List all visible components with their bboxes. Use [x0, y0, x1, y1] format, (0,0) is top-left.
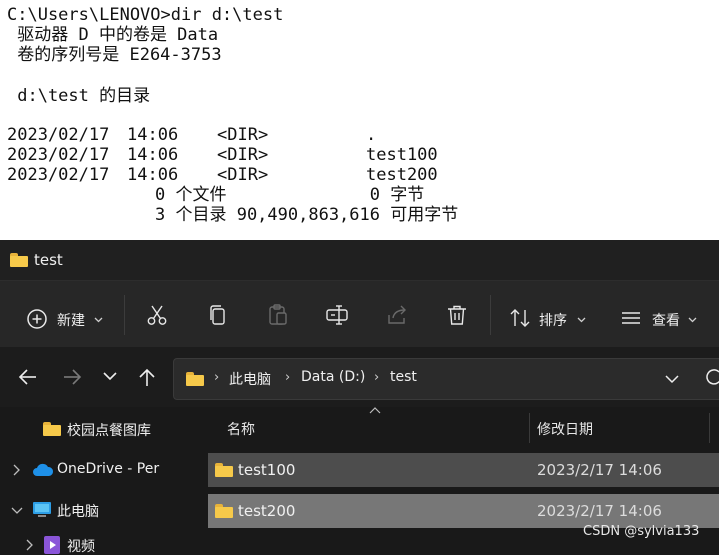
column-divider[interactable]	[709, 413, 710, 443]
explorer-content: 校园点餐图库 OneDrive - Per 此电脑 视频 名称 修改日期 tes…	[0, 407, 719, 555]
back-arrow-icon[interactable]	[18, 368, 38, 386]
folder-icon	[43, 422, 61, 436]
sidebar-item-onedrive[interactable]: OneDrive - Per	[0, 455, 188, 485]
sidebar-item-label: 视频	[67, 539, 95, 555]
new-button[interactable]: 新建	[18, 303, 110, 337]
console-directory-of-line: d:\test 的目录	[7, 86, 151, 106]
view-list-icon	[622, 312, 640, 324]
folder-icon	[186, 372, 204, 386]
rename-icon[interactable]	[325, 303, 349, 327]
sidebar-item-videos[interactable]: 视频	[0, 530, 188, 555]
plus-circle-icon	[27, 309, 47, 329]
file-name: test100	[238, 461, 296, 479]
sort-ascending-indicator-icon	[369, 407, 381, 414]
console-serial-line: 卷的序列号是 E264-3753	[7, 45, 222, 65]
console-files-summary: 0 个文件 0 字节	[155, 185, 425, 205]
folder-icon	[10, 253, 28, 267]
up-arrow-icon[interactable]	[138, 367, 156, 387]
window-title: test	[34, 251, 63, 269]
sidebar-item-label: 校园点餐图库	[67, 423, 151, 439]
file-name: test200	[238, 502, 296, 520]
console-entry-name: test100	[366, 145, 438, 165]
console-command-line: C:\Users\LENOVO>dir d:\test	[7, 5, 284, 25]
expand-chevron-icon[interactable]	[25, 539, 33, 551]
console-volume-line: 驱动器 D 中的卷是 Data	[7, 25, 219, 45]
sidebar-item-this-pc[interactable]: 此电脑	[0, 495, 188, 525]
sort-arrows-icon	[510, 309, 530, 327]
breadcrumb-test[interactable]: test	[390, 369, 417, 385]
console-entry-type: <DIR>	[217, 165, 269, 185]
sidebar-item-label: OneDrive - Per	[57, 461, 160, 477]
console-entry-time: 14:06	[127, 165, 179, 185]
title-bar[interactable]: test	[0, 240, 719, 280]
expand-chevron-icon[interactable]	[12, 464, 20, 476]
watermark: CSDN @sylvia133	[583, 524, 700, 539]
view-button-label: 查看	[652, 313, 680, 329]
console-entry-date: 2023/02/17	[7, 165, 110, 185]
column-header-name[interactable]: 名称	[214, 415, 524, 443]
folder-icon	[215, 463, 233, 477]
chevron-down-icon	[577, 317, 586, 323]
file-modified-date: 2023/2/17 14:06	[537, 461, 662, 479]
console-entry-type: <DIR>	[217, 125, 269, 145]
breadcrumb-separator-icon: ›	[285, 370, 291, 385]
computer-icon	[33, 502, 51, 517]
paste-icon[interactable]	[266, 303, 290, 327]
chevron-down-icon	[94, 317, 103, 323]
sort-button-label: 排序	[539, 313, 567, 329]
recent-locations-chevron-icon[interactable]	[103, 372, 117, 381]
console-dirs-summary: 3 个目录 90,490,863,616 可用字节	[155, 205, 459, 225]
console-entry-name: test200	[366, 165, 438, 185]
file-explorer-window: test 新建 排序 查看 › 此电脑 › Data (D:) › test 校…	[0, 240, 719, 555]
file-row-test200[interactable]: test200 2023/2/17 14:06	[208, 494, 719, 528]
cut-icon[interactable]	[145, 303, 169, 327]
column-header-name-label: 名称	[227, 422, 255, 438]
breadcrumb-separator-icon: ›	[374, 370, 380, 385]
sidebar-item-campus-gallery[interactable]: 校园点餐图库	[0, 414, 188, 444]
onedrive-cloud-icon	[33, 463, 54, 476]
breadcrumb-data-drive[interactable]: Data (D:)	[301, 369, 365, 385]
breadcrumb-this-pc[interactable]: 此电脑	[229, 369, 271, 389]
console-entry-name: .	[366, 125, 377, 145]
address-history-chevron-icon[interactable]	[665, 375, 679, 384]
column-header-modified[interactable]: 修改日期	[530, 415, 708, 443]
toolbar-divider	[490, 295, 491, 335]
console-entry-time: 14:06	[127, 145, 179, 165]
breadcrumb-separator-icon: ›	[214, 370, 220, 385]
console-window: C:\Users\LENOVO>dir d:\test 驱动器 D 中的卷是 D…	[0, 0, 719, 240]
folder-icon	[215, 504, 233, 518]
console-entry-type: <DIR>	[217, 145, 269, 165]
forward-arrow-icon[interactable]	[62, 368, 82, 386]
console-entry-date: 2023/02/17	[7, 145, 110, 165]
copy-icon[interactable]	[206, 303, 230, 327]
sort-button[interactable]: 排序	[502, 303, 594, 337]
console-entry-date: 2023/02/17	[7, 125, 110, 145]
navigation-bar: › 此电脑 › Data (D:) › test	[0, 347, 719, 407]
delete-trash-icon[interactable]	[445, 303, 469, 327]
view-button[interactable]: 查看	[615, 303, 715, 337]
collapse-chevron-icon[interactable]	[11, 506, 23, 514]
refresh-icon[interactable]	[704, 367, 719, 387]
file-row-test100[interactable]: test100 2023/2/17 14:06	[208, 453, 719, 487]
sidebar-item-label: 此电脑	[57, 504, 99, 520]
console-entry-time: 14:06	[127, 125, 179, 145]
new-button-label: 新建	[57, 313, 85, 329]
video-icon	[44, 536, 60, 554]
share-icon[interactable]	[385, 303, 409, 327]
toolbar-divider	[124, 295, 125, 335]
address-bar[interactable]: › 此电脑 › Data (D:) › test	[173, 358, 719, 400]
chevron-down-icon	[688, 317, 697, 323]
column-header-modified-label: 修改日期	[537, 422, 593, 438]
file-modified-date: 2023/2/17 14:06	[537, 502, 662, 520]
navigation-pane: 校园点餐图库 OneDrive - Per 此电脑 视频	[0, 407, 188, 555]
